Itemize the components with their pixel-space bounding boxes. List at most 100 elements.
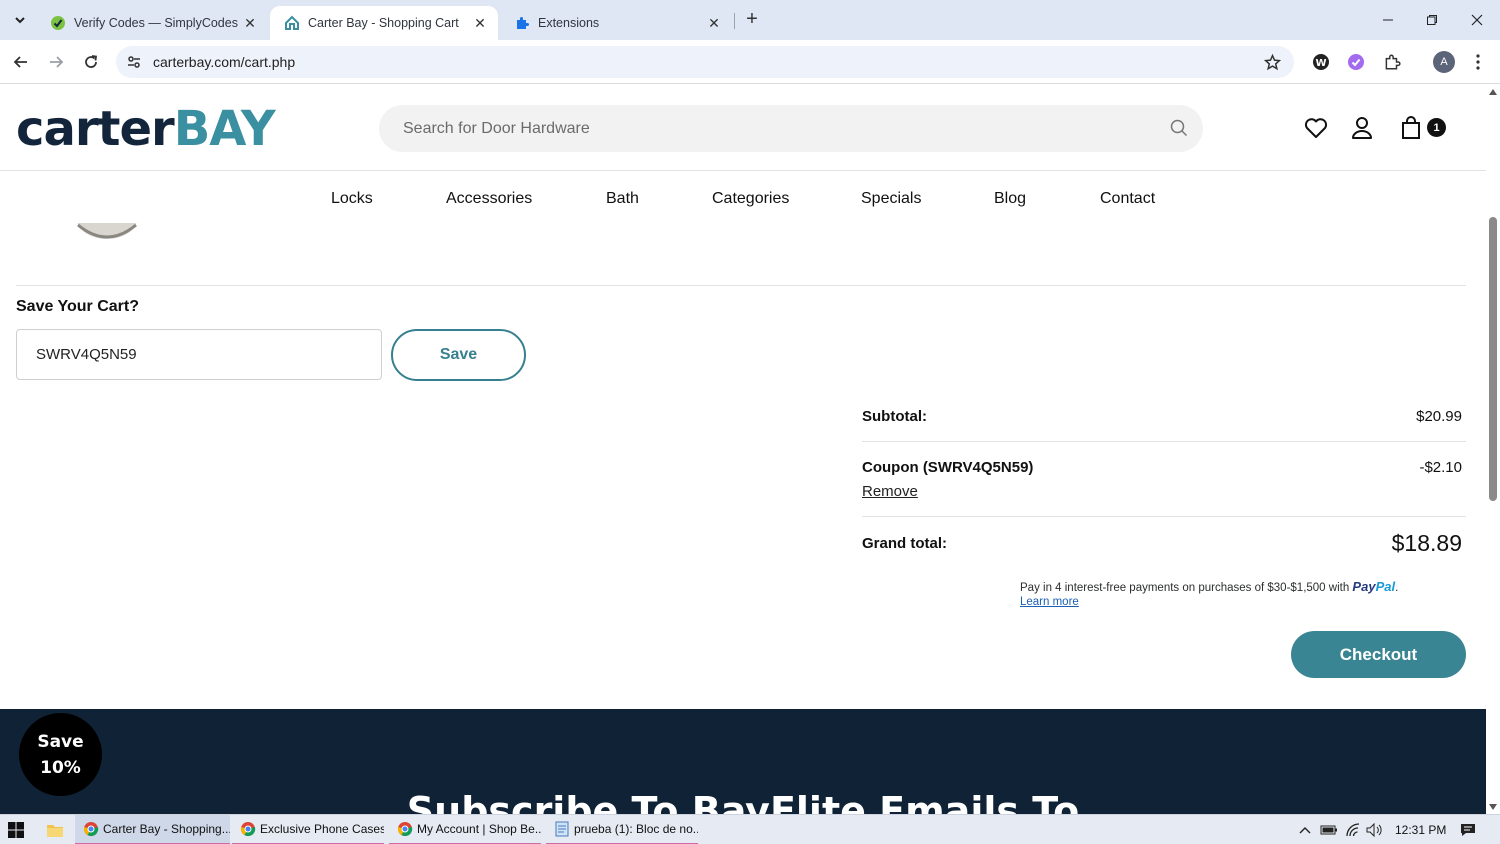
save-10-percent-bubble[interactable]: Save 10%	[19, 713, 102, 796]
windows-taskbar: Carter Bay - Shopping... Exclusive Phone…	[0, 814, 1500, 844]
scroll-up-arrow-icon[interactable]	[1489, 89, 1497, 95]
profile-avatar[interactable]: A	[1433, 51, 1455, 73]
wishlist-heart-icon[interactable]	[1303, 115, 1329, 141]
taskbar-app-notepad[interactable]: prueba (1): Bloc de no...	[546, 815, 698, 844]
logo-text-bay: BAY	[173, 101, 276, 157]
scrollbar-thumb[interactable]	[1489, 217, 1497, 501]
tab-title: Extensions	[538, 16, 600, 30]
tab-close-icon[interactable]: ✕	[472, 15, 488, 31]
promo-line-1: Save	[37, 731, 84, 752]
checkout-button[interactable]: Checkout	[1291, 631, 1466, 678]
chrome-icon	[397, 822, 413, 837]
taskbar-app-label: Carter Bay - Shopping...	[103, 822, 230, 836]
nav-item-categories[interactable]: Categories	[712, 190, 789, 208]
taskbar-app-label: Exclusive Phone Cases...	[260, 822, 384, 836]
nav-item-accessories[interactable]: Accessories	[446, 190, 532, 208]
search-icon[interactable]	[1169, 118, 1189, 138]
chrome-icon	[83, 822, 99, 837]
account-user-icon[interactable]	[1349, 115, 1375, 141]
logo-text-carter: carter	[16, 101, 175, 157]
newsletter-footer: Subscribe To BayElite Emails To	[0, 709, 1486, 814]
totals-divider	[862, 441, 1466, 442]
carterbay-logo[interactable]: carterBAY	[16, 101, 276, 157]
browser-menu-icon[interactable]	[1468, 52, 1488, 72]
save-cart-heading: Save Your Cart?	[16, 298, 140, 315]
taskbar-app-label: prueba (1): Bloc de no...	[574, 822, 698, 836]
tab-title: Verify Codes — SimplyCodes	[74, 16, 238, 30]
wifi-icon[interactable]	[1344, 822, 1362, 838]
battery-icon[interactable]	[1320, 822, 1338, 838]
extension-simplycodes-icon[interactable]	[1346, 52, 1366, 72]
browser-toolbar: carterbay.com/cart.php W A	[0, 40, 1500, 84]
chrome-icon	[240, 822, 256, 837]
paypal-learn-more-link[interactable]: Learn more	[1020, 596, 1079, 608]
notepad-icon	[555, 821, 569, 837]
browser-tab-bar: Verify Codes — SimplyCodes ✕ Carter Bay …	[0, 0, 1500, 40]
remove-coupon-link[interactable]: Remove	[862, 483, 918, 500]
back-arrow-icon[interactable]	[9, 50, 33, 74]
tray-chevron-up-icon[interactable]	[1297, 822, 1313, 838]
svg-text:W: W	[1315, 58, 1326, 69]
tab-title: Carter Bay - Shopping Cart	[308, 16, 459, 30]
taskbar-app-my-account[interactable]: My Account | Shop Be...	[389, 815, 541, 844]
nav-item-blog[interactable]: Blog	[994, 190, 1026, 208]
notifications-icon[interactable]	[1459, 822, 1477, 838]
save-cart-code-field[interactable]	[16, 329, 382, 380]
subtotal-value: $20.99	[1416, 408, 1462, 425]
tab-simplycodes[interactable]: Verify Codes — SimplyCodes ✕	[36, 6, 268, 40]
taskbar-app-phone-cases[interactable]: Exclusive Phone Cases...	[232, 815, 384, 844]
close-window-icon[interactable]	[1465, 8, 1489, 32]
puzzle-piece-icon	[514, 15, 530, 31]
windows-start-icon[interactable]	[8, 822, 24, 838]
minimize-icon[interactable]	[1376, 8, 1400, 32]
forward-arrow-icon[interactable]	[44, 50, 68, 74]
nav-item-contact[interactable]: Contact	[1100, 190, 1155, 208]
web-page: carterBAY 1 Locks Accessories Bath Categ…	[0, 85, 1486, 814]
tab-close-icon[interactable]: ✕	[242, 15, 258, 31]
site-header: carterBAY 1	[0, 85, 1486, 171]
tab-search-chevron-icon[interactable]	[8, 8, 32, 32]
site-settings-icon[interactable]	[124, 52, 144, 72]
coupon-label: Coupon (SWRV4Q5N59)	[862, 459, 1034, 476]
save-cart-button[interactable]: Save	[391, 329, 526, 381]
url-text: carterbay.com/cart.php	[153, 54, 296, 70]
cart-count-badge: 1	[1427, 118, 1446, 137]
new-tab-plus-icon[interactable]: +	[741, 9, 763, 31]
restore-icon[interactable]	[1420, 8, 1444, 32]
paypal-logo: PayPal	[1352, 579, 1396, 594]
page-scrollbar[interactable]	[1486, 85, 1500, 814]
extensions-puzzle-icon[interactable]	[1382, 52, 1402, 72]
subtotal-label: Subtotal:	[862, 408, 927, 425]
main-navigation: Locks Accessories Bath Categories Specia…	[0, 171, 1486, 225]
carterbay-favicon-icon	[284, 15, 300, 31]
nav-item-locks[interactable]: Locks	[331, 190, 373, 208]
reload-icon[interactable]	[79, 50, 103, 74]
simplycodes-favicon-icon	[50, 15, 66, 31]
promo-line-2: 10%	[40, 757, 81, 778]
tab-separator	[734, 13, 735, 29]
shopping-bag-icon[interactable]	[1398, 115, 1424, 141]
nav-item-bath[interactable]: Bath	[606, 190, 639, 208]
bookmark-star-icon[interactable]	[1262, 52, 1282, 72]
search-input[interactable]	[403, 105, 1143, 152]
nav-item-specials[interactable]: Specials	[861, 190, 921, 208]
totals-divider	[862, 516, 1466, 517]
tab-close-icon[interactable]: ✕	[706, 15, 722, 31]
newsletter-headline: Subscribe To BayElite Emails To	[406, 789, 1080, 814]
address-bar[interactable]: carterbay.com/cart.php	[116, 46, 1294, 78]
grand-total-value: $18.89	[1391, 530, 1462, 556]
taskbar-app-carterbay[interactable]: Carter Bay - Shopping...	[75, 815, 230, 844]
file-explorer-icon[interactable]	[46, 822, 64, 838]
grand-total-label: Grand total:	[862, 535, 947, 552]
taskbar-clock[interactable]: 12:31 PM	[1395, 823, 1446, 837]
tab-extensions[interactable]: Extensions ✕	[500, 6, 732, 40]
section-divider	[16, 285, 1466, 286]
scroll-down-arrow-icon[interactable]	[1489, 804, 1497, 810]
tab-carterbay-cart[interactable]: Carter Bay - Shopping Cart ✕	[270, 6, 498, 40]
volume-speaker-icon[interactable]	[1366, 822, 1384, 838]
paypal-message-text: Pay in 4 interest-free payments on purch…	[1020, 582, 1350, 594]
paypal-pay-later-message: Pay in 4 interest-free payments on purch…	[1020, 579, 1399, 594]
coupon-value: -$2.10	[1419, 459, 1462, 476]
extension-w-icon[interactable]: W	[1311, 52, 1331, 72]
taskbar-app-label: My Account | Shop Be...	[417, 822, 541, 836]
